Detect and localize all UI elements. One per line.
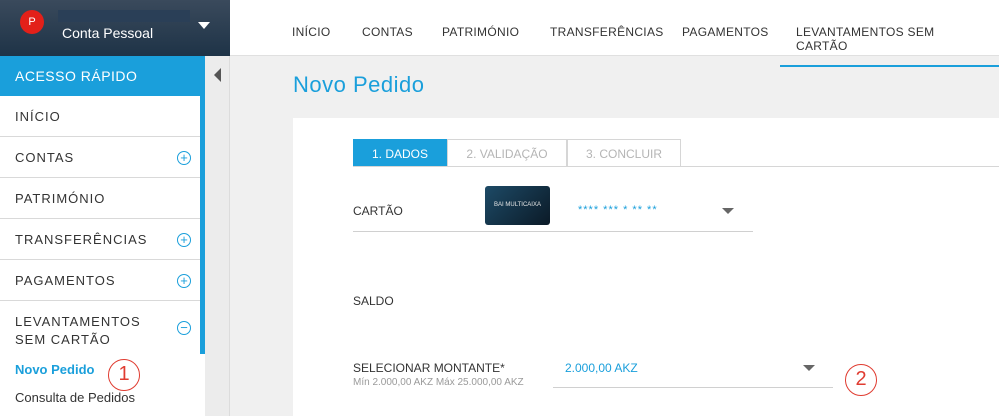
sidebar: P Conta Pessoal ACESSO RÁPIDO INÍCIO CON… — [0, 0, 230, 416]
page-title: Novo Pedido — [293, 72, 425, 97]
tab-inicio[interactable]: INÍCIO — [292, 25, 330, 39]
step-concluir: 3. CONCLUIR — [567, 139, 681, 167]
sidebar-item-label: LEVANTAMENTOS SEM CARTÃO — [15, 314, 141, 347]
top-navigation: INÍCIO CONTAS PATRIMÓNIO TRANSFERÊNCIAS … — [230, 0, 999, 67]
sidebar-subitem-novo-pedido[interactable]: Novo Pedido — [15, 362, 94, 377]
sidebar-item-contas[interactable]: CONTAS + — [0, 137, 200, 178]
card-number-select[interactable]: **** *** * ** ** — [578, 204, 658, 216]
tab-transferencias[interactable]: TRANSFERÊNCIAS — [550, 25, 664, 39]
plus-circle-icon[interactable]: + — [177, 151, 191, 165]
plus-circle-icon[interactable]: + — [177, 233, 191, 247]
sidebar-item-pagamentos[interactable]: PAGAMENTOS + — [0, 260, 200, 301]
sidebar-item-label: INÍCIO — [15, 109, 61, 124]
account-selector[interactable]: P Conta Pessoal — [0, 0, 230, 56]
annotation-marker-1: 1 — [108, 359, 140, 391]
sidebar-collapse-handle[interactable] — [205, 56, 230, 416]
sidebar-item-patrimonio[interactable]: PATRIMÓNIO — [0, 178, 200, 219]
card-label: CARTÃO — [353, 204, 403, 218]
tab-levantamentos[interactable]: LEVANTAMENTOS SEM CARTÃO — [780, 25, 999, 67]
sidebar-subitem-consulta-pedidos[interactable]: Consulta de Pedidos — [15, 390, 135, 405]
account-name: Conta Pessoal — [62, 25, 154, 41]
quick-access-header: ACESSO RÁPIDO — [0, 56, 200, 96]
card-select-underline — [353, 231, 753, 232]
chevron-down-icon[interactable] — [803, 365, 815, 371]
chevron-down-icon[interactable] — [722, 208, 734, 214]
sidebar-item-label: CONTAS — [15, 150, 75, 165]
chevron-left-icon[interactable] — [214, 68, 221, 82]
sidebar-item-label: PAGAMENTOS — [15, 273, 116, 288]
step-validacao: 2. VALIDAÇÃO — [447, 139, 567, 167]
sidebar-item-inicio[interactable]: INÍCIO — [0, 96, 200, 137]
account-name-redacted — [58, 10, 190, 22]
amount-select-underline — [553, 387, 833, 388]
sidebar-item-label: TRANSFERÊNCIAS — [15, 232, 148, 247]
amount-label: SELECIONAR MONTANTE* — [353, 361, 505, 375]
card-image: BAI MULTICAIXA — [485, 186, 550, 225]
tab-contas[interactable]: CONTAS — [362, 25, 413, 39]
sidebar-item-label: PATRIMÓNIO — [15, 191, 106, 206]
tab-patrimonio[interactable]: PATRIMÓNIO — [442, 25, 519, 39]
annotation-marker-2: 2 — [845, 364, 877, 396]
amount-hint: Mín 2.000,00 AKZ Máx 25.000,00 AKZ — [353, 377, 524, 388]
plus-circle-icon[interactable]: + — [177, 274, 191, 288]
avatar: P — [20, 10, 44, 34]
chevron-down-icon[interactable] — [198, 22, 210, 29]
amount-select[interactable]: 2.000,00 AKZ — [565, 361, 638, 375]
minus-circle-icon[interactable]: − — [177, 321, 191, 335]
sidebar-item-levantamentos[interactable]: LEVANTAMENTOS SEM CARTÃO − — [0, 301, 200, 353]
steps-divider — [353, 166, 999, 167]
tab-pagamentos[interactable]: PAGAMENTOS — [682, 25, 769, 39]
sidebar-item-transferencias[interactable]: TRANSFERÊNCIAS + — [0, 219, 200, 260]
saldo-label: SALDO — [353, 294, 394, 308]
step-dados: 1. DADOS — [353, 139, 447, 167]
